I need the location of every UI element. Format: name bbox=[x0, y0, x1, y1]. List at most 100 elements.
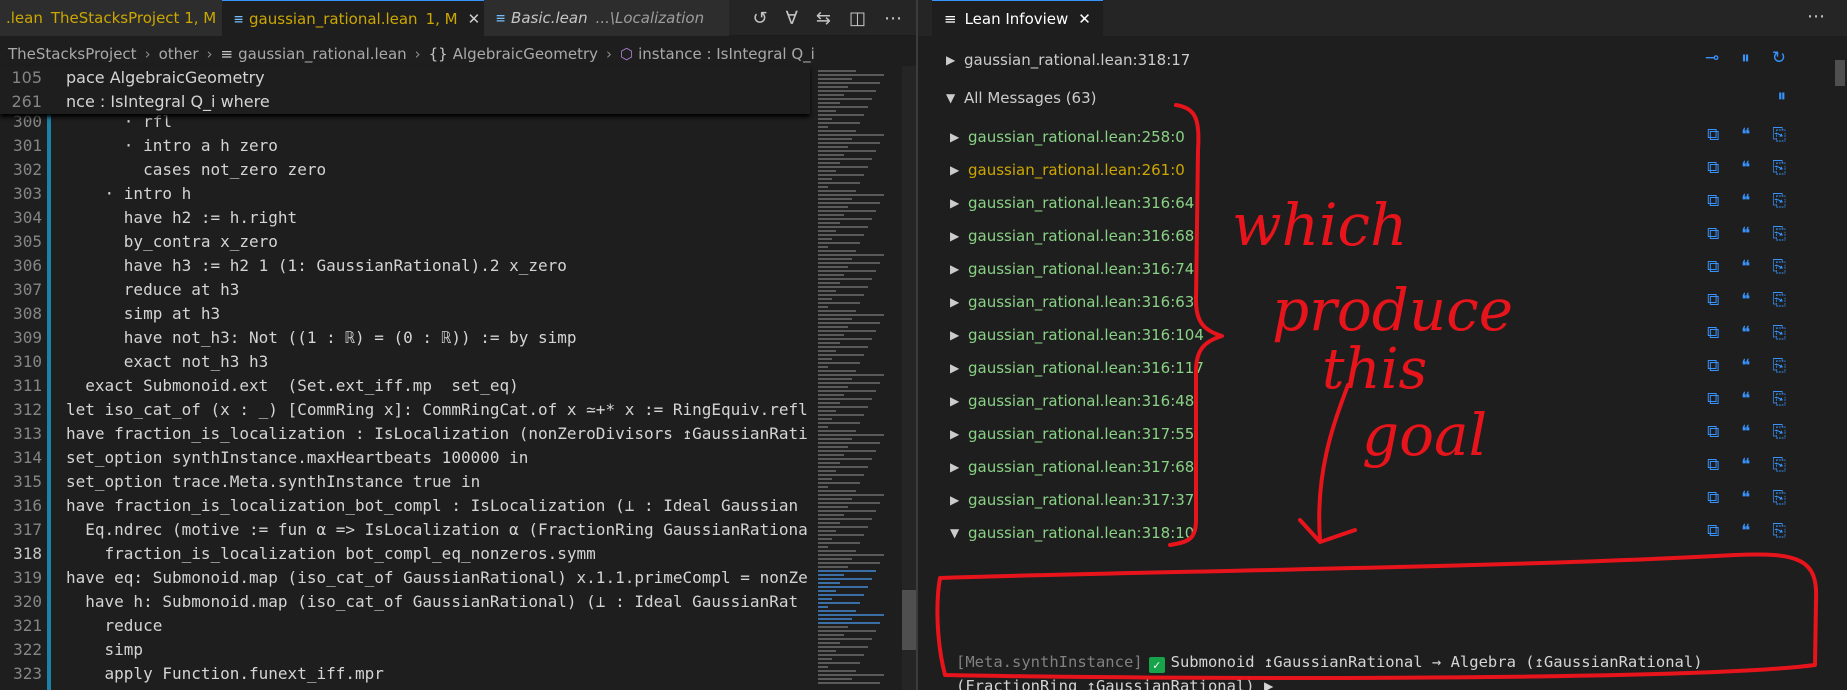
copy-icon[interactable]: ⧉ bbox=[1707, 224, 1719, 244]
infoview-scroll-thumb[interactable] bbox=[1835, 60, 1845, 86]
code-line[interactable]: 307 reduce at h3 bbox=[0, 278, 810, 302]
quote-icon[interactable]: ❝ bbox=[1741, 422, 1750, 442]
copy-icon[interactable]: ⧉ bbox=[1707, 389, 1719, 409]
quote-icon[interactable]: ❝ bbox=[1741, 488, 1750, 508]
message-item[interactable]: ▶ gaussian_rational.lean:316:63 bbox=[950, 288, 1194, 316]
message-item[interactable]: ▶ gaussian_rational.lean:317:55 bbox=[950, 420, 1194, 448]
cursor-position-header[interactable]: ▶ gaussian_rational.lean:318:17 bbox=[946, 46, 1190, 74]
code-line[interactable]: 323 apply Function.funext_iff.mpr bbox=[0, 662, 810, 686]
message-item[interactable]: ▶ gaussian_rational.lean:316:68 bbox=[950, 222, 1194, 250]
copy-icon[interactable]: ⧉ bbox=[1707, 455, 1719, 475]
paste-icon[interactable]: ⎘ bbox=[1772, 158, 1786, 178]
message-item[interactable]: ▶ gaussian_rational.lean:317:68 bbox=[950, 453, 1194, 481]
message-item[interactable]: ▶ gaussian_rational.lean:258:0 bbox=[950, 123, 1185, 151]
code-line[interactable]: 320 have h: Submonoid.map (iso_cat_of Ga… bbox=[0, 590, 810, 614]
copy-icon[interactable]: ⧉ bbox=[1707, 191, 1719, 211]
code-line[interactable]: 302 cases not_zero zero bbox=[0, 158, 810, 182]
goal-text-1[interactable]: Submonoid ↥GaussianRational → Algebra (↥… bbox=[1171, 653, 1703, 671]
sticky-line[interactable]: 105 pace AlgebraicGeometry bbox=[0, 66, 810, 90]
compare-icon[interactable]: ⇆ bbox=[816, 8, 831, 29]
message-item[interactable]: ▼ gaussian_rational.lean:318:10 bbox=[950, 519, 1194, 547]
quote-icon[interactable]: ❝ bbox=[1741, 389, 1750, 409]
split-editor-icon[interactable]: ◫ bbox=[849, 8, 866, 29]
copy-icon[interactable]: ⧉ bbox=[1707, 521, 1719, 541]
code-line[interactable]: 308 simp at h3 bbox=[0, 302, 810, 326]
paste-icon[interactable]: ⎘ bbox=[1772, 455, 1786, 475]
paste-icon[interactable]: ⎘ bbox=[1772, 422, 1786, 442]
code-line[interactable]: 304 have h2 := h.right bbox=[0, 206, 810, 230]
sticky-scroll-header[interactable]: 105 pace AlgebraicGeometry 261 nce : IsInte… bbox=[0, 66, 810, 114]
quote-icon[interactable]: ❝ bbox=[1741, 158, 1750, 178]
message-item[interactable]: ▶ gaussian_rational.lean:316:48 bbox=[950, 387, 1194, 415]
breadcrumb-item[interactable]: other bbox=[159, 45, 199, 63]
refresh-icon[interactable]: ↻ bbox=[1772, 48, 1786, 68]
paste-icon[interactable]: ⎘ bbox=[1772, 257, 1786, 277]
copy-icon[interactable]: ⧉ bbox=[1707, 323, 1719, 343]
code-line[interactable]: 317 Eq.ndrec (motive := fun α => IsLocal… bbox=[0, 518, 810, 542]
tab-lean-infoview[interactable]: ≡ Lean Infoview ✕ bbox=[932, 0, 1103, 36]
code-line[interactable]: 312 let iso_cat_of (x : _) [CommRing x]: … bbox=[0, 398, 810, 422]
code-line[interactable]: 309 have not_h3: Not ((1 : ℝ) = (0 : ℝ))… bbox=[0, 326, 810, 350]
code-line[interactable]: 310 exact not_h3 h3 bbox=[0, 350, 810, 374]
code-line[interactable]: 305 by_contra x_zero bbox=[0, 230, 810, 254]
breadcrumb-item[interactable]: gaussian_rational.lean bbox=[238, 45, 407, 63]
copy-icon[interactable]: ⧉ bbox=[1707, 488, 1719, 508]
more-icon[interactable]: ⋯ bbox=[884, 8, 902, 29]
pause-icon[interactable]: ⏸ bbox=[1778, 86, 1787, 106]
code-line[interactable]: 313 have fraction_is_localization : IsLoc… bbox=[0, 422, 810, 446]
quote-icon[interactable]: ❝ bbox=[1741, 455, 1750, 475]
all-messages-header[interactable]: ▼ All Messages (63) bbox=[946, 84, 1096, 112]
code-line[interactable]: 316 have fraction_is_localization_bot_com… bbox=[0, 494, 810, 518]
minimap[interactable] bbox=[812, 66, 904, 690]
code-line[interactable]: 324 intro x bbox=[0, 686, 810, 690]
message-item[interactable]: ▶ gaussian_rational.lean:316:74 bbox=[950, 255, 1194, 283]
copy-icon[interactable]: ⧉ bbox=[1707, 356, 1719, 376]
code-line[interactable]: 303 · intro h bbox=[0, 182, 810, 206]
quote-icon[interactable]: ❝ bbox=[1741, 290, 1750, 310]
history-icon[interactable]: ↺ bbox=[752, 8, 767, 29]
message-item[interactable]: ▶ gaussian_rational.lean:317:37 bbox=[950, 486, 1194, 514]
paste-icon[interactable]: ⎘ bbox=[1772, 323, 1786, 343]
copy-icon[interactable]: ⧉ bbox=[1707, 125, 1719, 145]
quote-icon[interactable]: ❝ bbox=[1741, 224, 1750, 244]
pin-icon[interactable]: ⊸ bbox=[1705, 48, 1719, 68]
tab-lean-file[interactable]: .lean TheStacksProject 1, M bbox=[0, 0, 222, 36]
breadcrumb-item[interactable]: instance : IsIntegral Q_i bbox=[638, 45, 815, 63]
message-item[interactable]: ▶ gaussian_rational.lean:261:0 bbox=[950, 156, 1185, 184]
paste-icon[interactable]: ⎘ bbox=[1772, 191, 1786, 211]
paste-icon[interactable]: ⎘ bbox=[1772, 224, 1786, 244]
quote-icon[interactable]: ❝ bbox=[1741, 125, 1750, 145]
code-line[interactable]: 301 · intro a h zero bbox=[0, 134, 810, 158]
code-line[interactable]: 318 fraction_is_localization bot_compl_e… bbox=[0, 542, 810, 566]
quote-icon[interactable]: ❝ bbox=[1741, 191, 1750, 211]
message-item[interactable]: ▶ gaussian_rational.lean:316:104 bbox=[950, 321, 1204, 349]
paste-icon[interactable]: ⎘ bbox=[1772, 488, 1786, 508]
code-line[interactable]: 319 have eq: Submonoid.map (iso_cat_of Ga… bbox=[0, 566, 810, 590]
paste-icon[interactable]: ⎘ bbox=[1772, 521, 1786, 541]
message-item[interactable]: ▶ gaussian_rational.lean:316:64 bbox=[950, 189, 1194, 217]
close-icon[interactable]: ✕ bbox=[468, 10, 481, 28]
paste-icon[interactable]: ⎘ bbox=[1772, 290, 1786, 310]
paste-icon[interactable]: ⎘ bbox=[1772, 356, 1786, 376]
copy-icon[interactable]: ⧉ bbox=[1707, 158, 1719, 178]
close-icon[interactable]: ✕ bbox=[1078, 10, 1091, 28]
code-line[interactable]: 315 set_option trace.Meta.synthInstance t… bbox=[0, 470, 810, 494]
paste-icon[interactable]: ⎘ bbox=[1772, 125, 1786, 145]
more-icon[interactable]: ⋯ bbox=[1807, 6, 1825, 27]
paste-icon[interactable]: ⎘ bbox=[1772, 389, 1786, 409]
forall-icon[interactable]: ∀ bbox=[786, 8, 798, 29]
breadcrumb-item[interactable]: AlgebraicGeometry bbox=[453, 45, 598, 63]
infoview-scrollbar[interactable] bbox=[1833, 36, 1847, 690]
pause-icon[interactable]: ⏸ bbox=[1741, 48, 1750, 68]
tab-gaussian-rational[interactable]: ≡ gaussian_rational.lean 1, M ✕ bbox=[222, 0, 484, 36]
goal-text-2[interactable]: (FractionRing ↥GaussianRational) ▶ bbox=[956, 674, 1736, 690]
code-line[interactable]: 322 simp bbox=[0, 638, 810, 662]
copy-icon[interactable]: ⧉ bbox=[1707, 290, 1719, 310]
editor-scroll-thumb[interactable] bbox=[902, 590, 916, 650]
quote-icon[interactable]: ❝ bbox=[1741, 257, 1750, 277]
breadcrumb-item[interactable]: TheStacksProject bbox=[8, 45, 137, 63]
copy-icon[interactable]: ⧉ bbox=[1707, 422, 1719, 442]
code-line[interactable]: 311 exact Submonoid.ext (Set.ext_iff.mp … bbox=[0, 374, 810, 398]
code-line[interactable]: 314 set_option synthInstance.maxHeartbeat… bbox=[0, 446, 810, 470]
message-item[interactable]: ▶ gaussian_rational.lean:316:117 bbox=[950, 354, 1204, 382]
